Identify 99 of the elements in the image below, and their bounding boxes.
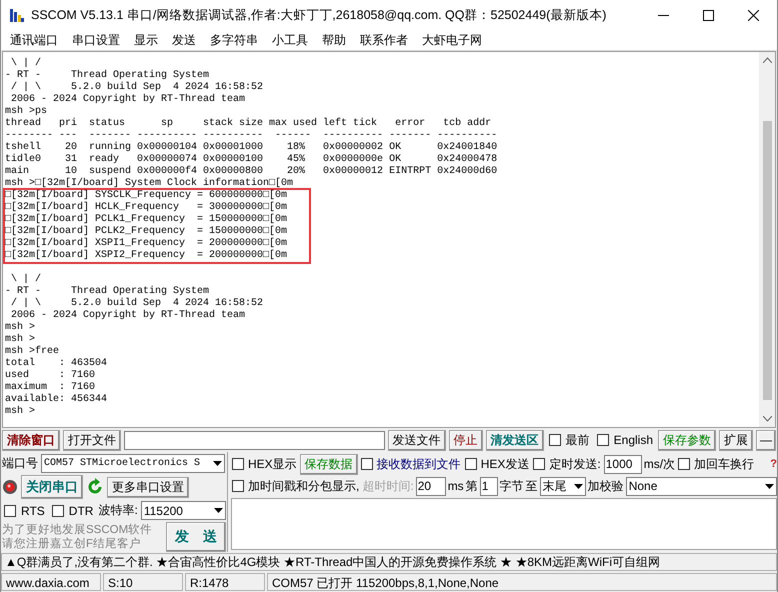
status-cell: R:1478 [185,573,265,591]
byte-unit: 字节 [500,478,524,494]
status-cell: www.daxia.com [1,573,101,591]
interval-unit: ms/次 [644,456,676,472]
clear-send-button[interactable]: 清发送区 [486,430,544,450]
send-file-button[interactable]: 发送文件 [388,430,446,450]
send-button[interactable]: 发 送 [166,522,226,552]
more-settings-button[interactable]: 更多串口设置 [107,476,189,498]
save-data-button[interactable]: 保存数据 [300,454,358,474]
menu-item[interactable]: 联系作者 [353,32,415,48]
terminal-line: tidle0 31 ready 0x00000074 0x00000100 45% 0x0000000e OK 0x24000478 [5,154,498,166]
hex-send-checkbox[interactable]: HEX发送 [464,456,530,472]
refresh-icon[interactable] [86,478,104,496]
port-label: 端口号 [2,455,38,472]
byte-to-dropdown[interactable]: 末尾 [540,476,586,496]
port-dropdown[interactable]: COM57 STMicroelectronics S [41,454,225,473]
terminal-line: available: 456344 [5,394,108,406]
status-cell: COM57 已打开 115200bps,8,1,None,None [267,573,777,591]
checksum-label: 加校验 [588,478,624,494]
timeout-unit: ms [448,479,464,493]
app-icon [9,7,25,23]
menu-item[interactable]: 大虾电子网 [415,32,489,48]
ticker-text: ▲Q群满员了,没有第二个群. ★合宙高性价比4G模块 ★RT-Thread中国人的开源免费操作系统 ★ ★8KM远距离WiFi可自组网 [1,553,777,571]
dropdown-arrow-icon [765,484,774,488]
terminal-line: □[32m[I/board] PCLK1_Frequency = 150000000□[0m [5,214,288,226]
terminal-line: □[32m[I/board] SYSCLK_Frequency = 600000000□[0m [5,190,288,202]
receive-to-file-checkbox[interactable]: 接收数据到文件 [360,456,462,472]
terminal-line: msh >ps [5,106,48,118]
terminal-line: -------- --- ------- ---------- ---------- ------ ---------- ------- ---------- [5,130,498,142]
scrollbar[interactable] [759,52,775,427]
file-path-field[interactable] [124,430,385,450]
english-checkbox[interactable]: English [594,433,655,447]
menu-item[interactable]: 多字符串 [203,32,265,48]
stop-button[interactable]: 停止 [448,430,483,450]
byte-from-field[interactable]: 1 [480,476,498,496]
terminal-line: \ | / [10,58,42,70]
baud-label: 波特率: [98,502,138,519]
menu-item[interactable]: 发送 [165,32,203,48]
terminal-line: msh >□[32m[I/board] System Clock information□[0m [5,178,294,190]
menu-item[interactable]: 显示 [127,32,165,48]
terminal-line: / | \ 5.2.0 build Sep 4 2024 16:58:52 [10,298,264,310]
terminal-line: 2006 - 2024 Copyright by RT-Thread team [10,310,246,322]
interval-field[interactable]: 1000 [604,454,642,474]
dropdown-arrow-icon [574,484,583,488]
terminal-line: - RT - Thread Operating System [5,286,210,298]
byte-from-label: 第 [466,478,478,494]
menu-item[interactable]: 串口设置 [65,32,127,48]
terminal-line: msh >free [5,346,60,358]
terminal-line: □[32m[I/board] PCLK2_Frequency = 150000000□[0m [5,226,288,238]
close-port-button[interactable]: 关闭串口 [21,475,83,499]
timed-send-checkbox[interactable]: 定时发送: [532,456,602,472]
scroll-up-icon[interactable] [762,57,772,63]
menu-item[interactable]: 通讯端口 [3,32,65,48]
terminal-line: / | \ 5.2.0 build Sep 4 2024 16:58:52 [10,82,264,94]
terminal-line: tshell 20 running 0x00000104 0x00001000 18% 0x00000002 OK 0x24001840 [5,142,498,154]
record-icon [2,479,18,495]
save-params-button[interactable]: 保存参数 [658,430,716,450]
terminal-line: msh > [5,322,36,334]
clear-window-button[interactable]: 清除窗口 [2,430,60,450]
checksum-dropdown[interactable]: None [626,476,777,496]
promo-text: 请您注册嘉立创F结尾客户 [2,537,142,551]
terminal-line: msh > [5,406,36,418]
baud-dropdown[interactable]: 115200 [140,501,226,520]
dropdown-arrow-icon [213,461,222,466]
rts-checkbox[interactable]: RTS [2,504,47,518]
terminal-line: maximum : 7160 [5,382,96,394]
menu-item[interactable]: 小工具 [265,32,315,48]
terminal-line: \ | / [10,274,42,286]
scroll-down-icon[interactable] [762,416,772,422]
append-crlf-checkbox[interactable]: 加回车换行 [677,456,756,472]
open-file-button[interactable]: 打开文件 [63,430,121,450]
promo-text: 为了更好地发展SSCOM软件 [2,523,152,537]
hex-display-checkbox[interactable]: HEX显示 [231,456,298,472]
dropdown-arrow-icon [214,508,223,513]
terminal-line: used : 7160 [5,370,96,382]
terminal-line: thread pri status sp stack size max used left tick error tcb addr [5,118,492,130]
dtr-checkbox[interactable]: DTR [50,504,96,518]
help-mark[interactable]: ? [770,458,777,470]
topmost-checkbox[interactable]: 最前 [546,432,592,448]
expand-button[interactable]: 扩展 [719,430,753,450]
to-label: 至 [526,478,538,494]
status-cell: S:10 [103,573,183,591]
timestamp-checkbox[interactable]: 加时间戳和分包显示, [231,478,360,494]
close-icon[interactable] [748,10,759,20]
window-title: SSCOM V5.13.1 串口/网络数据调试器,作者:大虾丁丁,2618058@qq.com. QQ群：52502449(最新版本) [31,6,606,24]
timeout-label: 超时时间: [362,478,414,494]
terminal-line: - RT - Thread Operating System [5,70,210,82]
terminal-line: total : 463504 [5,358,108,370]
terminal-line: main 10 suspend 0x000000f4 0x00000800 20% 0x00000012 EINTRPT 0x24000d60 [5,166,498,178]
send-text-area[interactable] [231,498,777,550]
timeout-field[interactable]: 20 [416,476,446,496]
terminal-line: □[32m[I/board] XSPI1_Frequency = 200000000□[0m [5,238,288,250]
collapse-button[interactable]: — [756,430,776,450]
terminal-line: 2006 - 2024 Copyright by RT-Thread team [10,94,246,106]
terminal-line: msh > [5,334,36,346]
terminal-line: □[32m[I/board] HCLK_Frequency = 300000000□[0m [5,202,288,214]
menu-item[interactable]: 帮助 [315,32,353,48]
terminal-line: □[32m[I/board] XSPI2_Frequency = 200000000□[0m [5,250,288,262]
maximize-icon[interactable] [703,10,714,20]
